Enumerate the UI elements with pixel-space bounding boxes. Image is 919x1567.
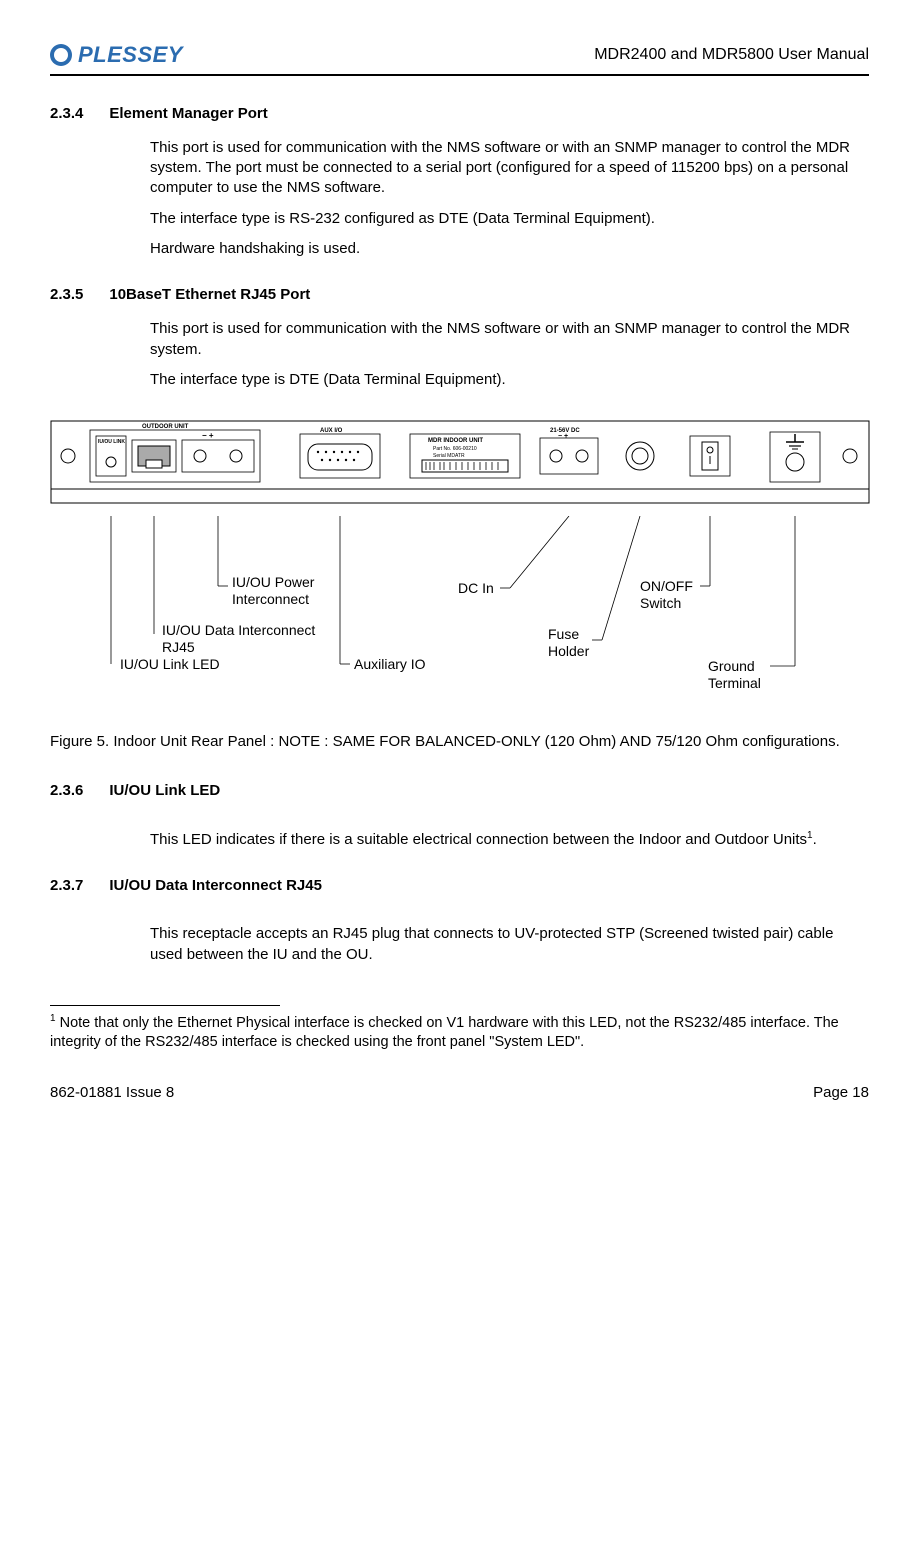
section-title: IU/OU Data Interconnect RJ45 bbox=[109, 876, 322, 896]
section-2-3-5: 2.3.5 10BaseT Ethernet RJ45 Port This po… bbox=[50, 285, 869, 390]
label-iu-ou-link: IU/OU LINK bbox=[98, 439, 125, 445]
section-2-3-6: 2.3.6 IU/OU Link LED This LED indicates … bbox=[50, 781, 869, 851]
section-title: IU/OU Link LED bbox=[109, 781, 220, 801]
section-number: 2.3.5 bbox=[50, 285, 83, 305]
label-minus-plus: − + bbox=[202, 431, 214, 440]
section-number: 2.3.4 bbox=[50, 104, 83, 124]
para-text: This LED indicates if there is a suitabl… bbox=[150, 831, 807, 848]
paragraph: This receptacle accepts an RJ45 plug tha… bbox=[150, 924, 869, 965]
doc-title: MDR2400 and MDR5800 User Manual bbox=[594, 44, 869, 66]
section-2-3-4: 2.3.4 Element Manager Port This port is … bbox=[50, 104, 869, 260]
label-on-off-switch: ON/OFF Switch bbox=[640, 578, 710, 610]
brand-text: PLESSEY bbox=[78, 40, 183, 70]
label-outdoor-unit: OUTDOOR UNIT bbox=[142, 424, 189, 430]
page-header: PLESSEY MDR2400 and MDR5800 User Manual bbox=[50, 40, 869, 76]
section-number: 2.3.6 bbox=[50, 781, 83, 801]
section-number: 2.3.7 bbox=[50, 876, 83, 896]
paragraph: The interface type is RS-232 configured … bbox=[150, 209, 869, 229]
label-ground-terminal: Ground Terminal bbox=[708, 658, 778, 690]
footer-left: 862-01881 Issue 8 bbox=[50, 1083, 174, 1103]
label-iu-ou-data: IU/OU Data Interconnect RJ45 bbox=[162, 622, 322, 654]
paragraph: Hardware handshaking is used. bbox=[150, 239, 869, 259]
section-title: 10BaseT Ethernet RJ45 Port bbox=[109, 285, 310, 305]
section-title: Element Manager Port bbox=[109, 104, 267, 124]
footer-right: Page 18 bbox=[813, 1083, 869, 1103]
logo: PLESSEY bbox=[50, 40, 183, 70]
footnote-text: Note that only the Ethernet Physical int… bbox=[50, 1015, 839, 1051]
label-minus-plus-2: − + bbox=[558, 433, 568, 440]
paragraph: This port is used for communication with… bbox=[150, 319, 869, 360]
label-dc-in: DC In bbox=[458, 579, 494, 598]
label-aux-io: AUX I/O bbox=[320, 428, 343, 434]
para-text-end: . bbox=[813, 831, 817, 848]
paragraph: This LED indicates if there is a suitabl… bbox=[150, 829, 869, 850]
label-auxiliary-io: Auxiliary IO bbox=[354, 655, 426, 674]
section-2-3-7: 2.3.7 IU/OU Data Interconnect RJ45 This … bbox=[50, 876, 869, 965]
label-fuse-holder: Fuse Holder bbox=[548, 626, 608, 658]
label-serial: Serial MDATR bbox=[433, 453, 465, 459]
label-part-no: Part No. 606-00210 bbox=[433, 446, 477, 452]
paragraph: The interface type is DTE (Data Terminal… bbox=[150, 370, 869, 390]
footnote-rule bbox=[50, 1005, 280, 1006]
paragraph: This port is used for communication with… bbox=[150, 138, 869, 199]
page-footer: 862-01881 Issue 8 Page 18 bbox=[50, 1083, 869, 1103]
rear-panel-diagram: OUTDOOR UNIT IU/OU LINK − + AUX I/O MDR … bbox=[50, 420, 869, 706]
logo-icon bbox=[50, 44, 72, 66]
footnote: 1 Note that only the Ethernet Physical i… bbox=[50, 1012, 869, 1053]
label-iu-ou-link-led: IU/OU Link LED bbox=[120, 655, 220, 674]
label-iu-ou-power: IU/OU Power Interconnect bbox=[232, 574, 352, 606]
figure-caption: Figure 5. Indoor Unit Rear Panel : NOTE … bbox=[50, 732, 869, 752]
label-indoor-unit: MDR INDOOR UNIT bbox=[428, 438, 483, 444]
